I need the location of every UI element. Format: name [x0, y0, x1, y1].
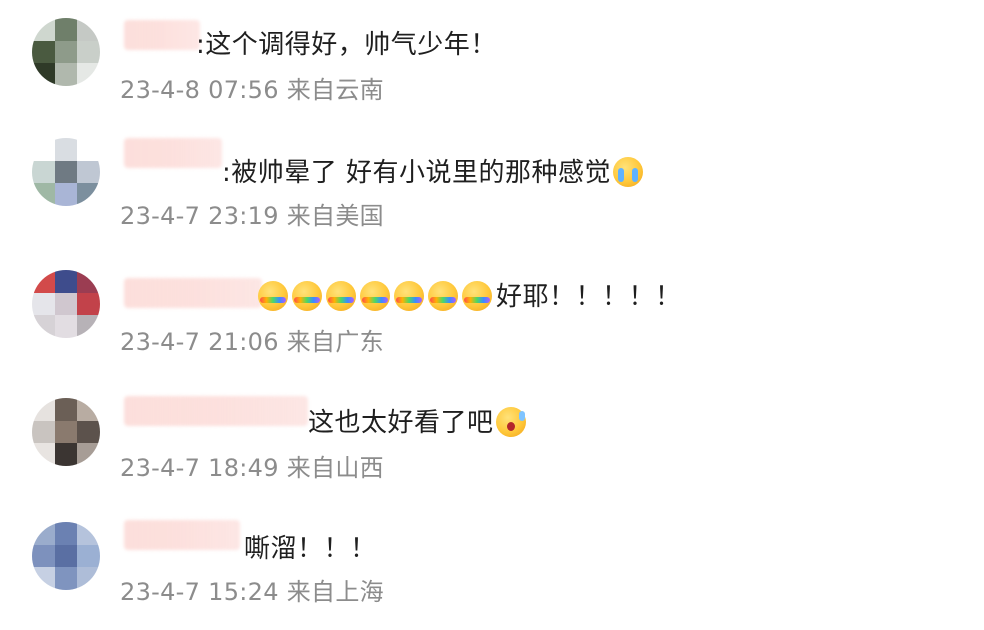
comment-location: 来自云南: [286, 76, 384, 104]
avatar-pixel: [32, 443, 55, 466]
avatar-pixel: [77, 18, 100, 41]
comment-item: :被帅晕了 好有小说里的那种感觉 23-4-7 23:19 来自美国: [0, 126, 984, 246]
avatar-pixel: [54, 18, 78, 41]
avatar-pixel: [77, 315, 100, 338]
rainbow-face-icon: [360, 281, 390, 311]
avatar-pixel: [54, 63, 78, 86]
comment-text: 这也太好看了吧: [308, 402, 530, 439]
shocked-face-icon: [495, 407, 526, 437]
avatar-pixel: [77, 398, 100, 421]
comment-item: 好耶！！！！！ 23-4-7 21:06 来自广东: [0, 252, 984, 372]
avatar-pixel: [32, 315, 55, 338]
avatar[interactable]: [32, 270, 100, 338]
avatar-pixel: [77, 270, 100, 293]
avatar-pixel: [32, 420, 55, 444]
rainbow-face-icon: [394, 281, 424, 311]
avatar-pixel: [54, 270, 78, 293]
comment-text: 嘶溜！！！: [244, 534, 377, 564]
avatar-pixel: [77, 420, 100, 444]
avatar-pixel: [77, 292, 100, 316]
avatar-pixel: [54, 398, 78, 421]
comment-time: 23-4-8 07:56: [120, 76, 279, 104]
rainbow-face-icon: [292, 281, 322, 311]
avatar-pixel: [77, 40, 100, 64]
avatar-pixel: [54, 40, 78, 64]
comment-time: 23-4-7 23:19: [120, 202, 279, 230]
avatar-pixel: [32, 522, 55, 545]
avatar-pixel: [54, 522, 78, 545]
username-blurred[interactable]: [124, 138, 222, 168]
comment-location: 来自美国: [286, 202, 384, 230]
comment-item: :这个调得好，帅气少年！ 23-4-8 07:56 来自云南: [0, 0, 984, 120]
comment-location: 来自上海: [286, 578, 384, 606]
rainbow-face-icon: [326, 281, 356, 311]
username-blurred[interactable]: [124, 20, 200, 50]
avatar-pixel: [54, 315, 78, 338]
avatar-pixel: [77, 138, 100, 161]
comment-meta: 23-4-7 18:49 来自山西: [120, 448, 384, 483]
avatar-pixel: [54, 160, 78, 184]
avatar-pixel: [32, 18, 55, 41]
username-blurred[interactable]: [124, 396, 308, 426]
avatar-pixel: [32, 270, 55, 293]
avatar-pixel: [54, 443, 78, 466]
username-blurred[interactable]: [124, 520, 240, 550]
comment-meta: 23-4-7 15:24 来自上海: [120, 572, 384, 607]
avatar-pixel: [77, 63, 100, 86]
avatar-pixel: [77, 443, 100, 466]
avatar-pixel: [54, 138, 78, 161]
rainbow-face-icon: [462, 281, 492, 311]
rainbow-face-icon: [258, 281, 288, 311]
avatar[interactable]: [32, 398, 100, 466]
avatar-pixel: [32, 183, 55, 206]
avatar-pixel: [32, 63, 55, 86]
avatar-pixel: [77, 544, 100, 568]
avatar-pixel: [32, 160, 55, 184]
comment-time: 23-4-7 18:49: [120, 454, 279, 482]
avatar-pixel: [77, 567, 100, 590]
comment-text: 好耶！！！！！: [258, 276, 682, 313]
cry-face-icon: [613, 157, 644, 187]
username-blurred[interactable]: [124, 278, 262, 308]
rainbow-face-icon: [428, 281, 458, 311]
comment-time: 23-4-7 15:24: [120, 578, 279, 606]
comment-text: :这个调得好，帅气少年！: [196, 30, 497, 60]
avatar-pixel: [77, 522, 100, 545]
comment-meta: 23-4-7 23:19 来自美国: [120, 196, 384, 231]
avatar-pixel: [54, 420, 78, 444]
avatar-pixel: [32, 138, 55, 161]
avatar-pixel: [32, 292, 55, 316]
avatar-pixel: [54, 183, 78, 206]
avatar-pixel: [54, 292, 78, 316]
avatar[interactable]: [32, 138, 100, 206]
avatar-pixel: [32, 567, 55, 590]
avatar[interactable]: [32, 522, 100, 590]
avatar-pixel: [77, 160, 100, 184]
comment-location: 来自广东: [286, 328, 384, 356]
avatar[interactable]: [32, 18, 100, 86]
avatar-pixel: [77, 183, 100, 206]
comment-meta: 23-4-8 07:56 来自云南: [120, 70, 384, 105]
avatar-pixel: [54, 544, 78, 568]
avatar-pixel: [32, 398, 55, 421]
comment-item: 这也太好看了吧 23-4-7 18:49 来自山西: [0, 378, 984, 498]
comment-time: 23-4-7 21:06: [120, 328, 279, 356]
avatar-pixel: [32, 40, 55, 64]
comment-item: 嘶溜！！！ 23-4-7 15:24 来自上海: [0, 504, 984, 624]
comment-text: :被帅晕了 好有小说里的那种感觉: [222, 152, 647, 189]
avatar-pixel: [54, 567, 78, 590]
comment-location: 来自山西: [286, 454, 384, 482]
avatar-pixel: [32, 544, 55, 568]
comment-meta: 23-4-7 21:06 来自广东: [120, 322, 384, 357]
